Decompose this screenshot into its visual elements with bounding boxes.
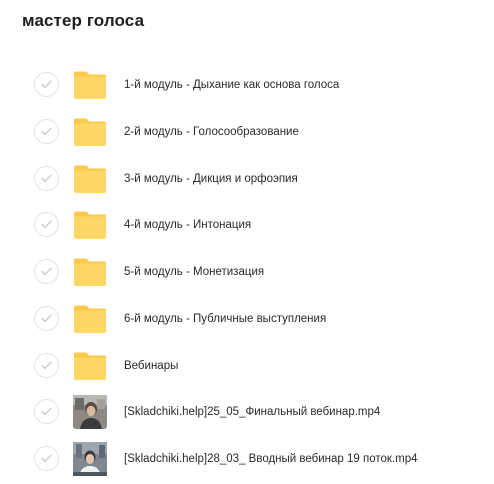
- folder-icon: [73, 115, 107, 149]
- folder-icon: [73, 302, 107, 336]
- select-checkbox[interactable]: [34, 352, 59, 378]
- list-item[interactable]: [Skladchiki.help]28_03_ Вводный вебинар …: [0, 436, 494, 483]
- folder-icon: [73, 255, 107, 289]
- item-name: 6-й модуль - Публичные выступления: [124, 312, 327, 325]
- select-checkbox[interactable]: [34, 72, 59, 97]
- check-icon: [41, 220, 52, 229]
- list-item[interactable]: [Skladchiki.help]25_05_Финальный вебинар…: [0, 389, 494, 436]
- folder-icon: [73, 349, 107, 383]
- check-icon: [41, 174, 52, 183]
- check-icon: [41, 361, 52, 370]
- check-icon: [41, 407, 52, 416]
- select-checkbox[interactable]: [34, 165, 59, 191]
- select-checkbox[interactable]: [34, 212, 59, 238]
- list-item[interactable]: 4-й модуль - Интонация: [0, 202, 494, 249]
- list-item[interactable]: Вебинары: [0, 343, 494, 390]
- item-name: 2-й модуль - Голосообразование: [124, 125, 299, 138]
- item-name: 3-й модуль - Дикция и орфоэпия: [124, 172, 298, 185]
- check-icon: [41, 454, 52, 463]
- list-item[interactable]: 2-й модуль - Голосообразование: [0, 109, 494, 156]
- list-item[interactable]: 3-й модуль - Дикция и орфоэпия: [0, 156, 494, 203]
- check-icon: [41, 267, 52, 276]
- item-name: 1-й модуль - Дыхание как основа голоса: [124, 79, 340, 91]
- check-icon: [41, 80, 52, 89]
- item-name: [Skladchiki.help]28_03_ Вводный вебинар …: [124, 453, 418, 465]
- item-name: Вебинары: [124, 359, 179, 372]
- video-thumbnail: [73, 395, 107, 430]
- file-list: 1-й модуль - Дыхание как основа голоса 2…: [0, 62, 494, 483]
- page-title: мастер голоса: [22, 11, 145, 30]
- list-item[interactable]: 6-й модуль - Публичные выступления: [0, 296, 494, 343]
- select-checkbox[interactable]: [34, 399, 59, 425]
- select-checkbox[interactable]: [34, 259, 59, 284]
- select-checkbox[interactable]: [34, 446, 59, 471]
- item-name: 5-й модуль - Монетизация: [124, 266, 265, 278]
- check-icon: [41, 314, 52, 323]
- folder-icon: [73, 208, 107, 242]
- folder-icon: [73, 68, 107, 102]
- video-thumbnail: [73, 442, 107, 476]
- item-name: [Skladchiki.help]25_05_Финальный вебинар…: [124, 406, 381, 419]
- item-name: 4-й модуль - Интонация: [124, 219, 252, 232]
- list-item[interactable]: 1-й модуль - Дыхание как основа голоса: [0, 62, 494, 109]
- list-item[interactable]: 5-й модуль - Монетизация: [0, 249, 494, 296]
- folder-icon: [73, 162, 107, 196]
- select-checkbox[interactable]: [34, 118, 59, 144]
- check-icon: [41, 127, 52, 136]
- select-checkbox[interactable]: [34, 305, 59, 331]
